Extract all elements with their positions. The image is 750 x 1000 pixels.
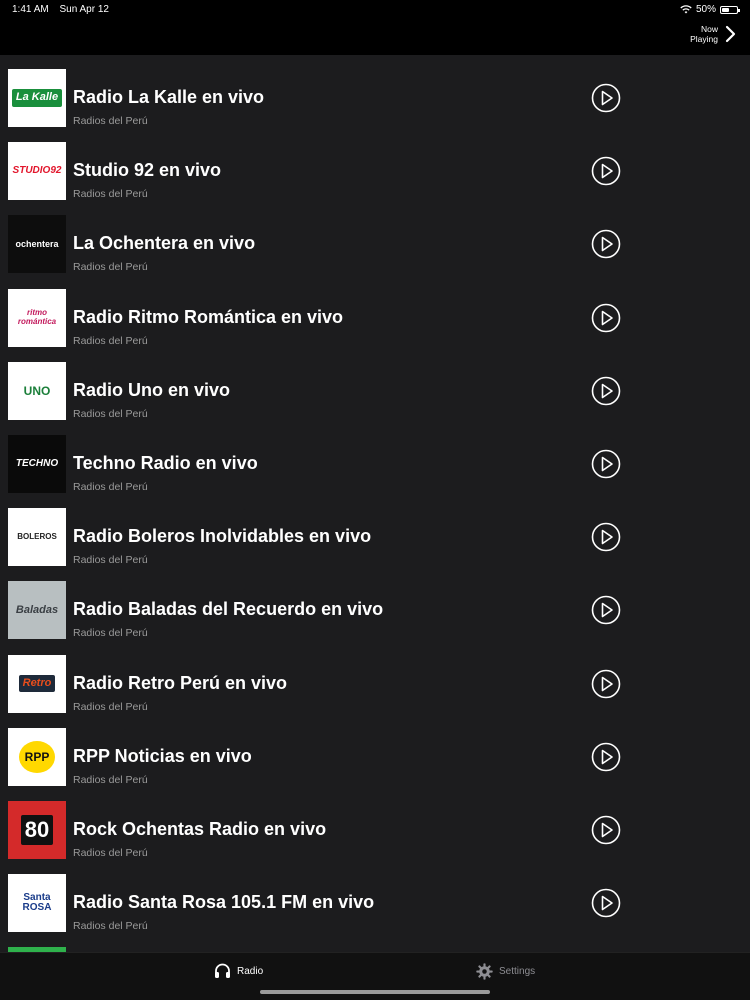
chevron-right-icon: [725, 25, 736, 43]
station-logo: UNO: [8, 361, 66, 420]
status-left: 1:41 AM Sun Apr 12: [12, 4, 117, 15]
station-title: La Ochentera en vivo: [73, 233, 256, 254]
station-logo-text: UNO: [23, 383, 51, 398]
station-logo-text: ritmo romántica: [17, 308, 57, 326]
station-row[interactable]: ochentera La Ochentera en vivo Radios del …: [0, 201, 750, 274]
station-logo-text: STUDIO92: [12, 164, 62, 176]
station-row[interactable]: Retro Radio Retro Perú en vivo Radios del …: [0, 641, 750, 714]
wifi-icon: [680, 5, 692, 14]
station-subtitle: Radios del Perú: [73, 261, 148, 274]
station-logo: ochentera: [8, 215, 66, 274]
station-subtitle: Radios del Perú: [73, 847, 148, 859]
play-button-icon[interactable]: [591, 522, 621, 552]
station-row[interactable]: UNO Radio Uno en vivo Radios del Perú: [0, 348, 750, 421]
station-title: Radio Santa Rosa 105.1 FM en vivo: [73, 892, 375, 913]
station-logo: 80: [8, 801, 66, 859]
station-title: Radio Ritmo Romántica en vivo: [73, 306, 344, 327]
now-playing-button[interactable]: Now Playing: [690, 24, 736, 44]
station-row[interactable]: STUDIO92 Studio 92 en vivo Radios del Perú: [0, 128, 750, 201]
station-subtitle: Radios del Perú: [73, 773, 148, 786]
status-date: Sun Apr 12: [59, 4, 109, 15]
station-title: Techno Radio en vivo: [73, 453, 258, 473]
play-button-icon[interactable]: [591, 156, 621, 186]
battery-percent: 50%: [695, 4, 716, 15]
station-title: Radio Baladas del Recuerdo en vivo: [73, 599, 384, 620]
station-logo: Retro: [8, 654, 66, 713]
nav-bar: Now Playing: [0, 18, 750, 55]
station-subtitle: Radios del Perú: [73, 627, 148, 640]
station-subtitle: Radios del Perú: [73, 188, 148, 201]
station-logo: Baladas: [8, 581, 66, 640]
station-logo-text: La Kalle: [11, 89, 63, 107]
station-title: Radio Retro Perú en vivo: [73, 672, 288, 693]
station-subtitle: Radios del Perú: [73, 407, 148, 420]
play-button-icon[interactable]: [591, 595, 621, 625]
play-button-icon[interactable]: [591, 303, 621, 333]
station-title: Rock Ochentas Radio en vivo: [73, 819, 327, 839]
station-logo: TECHNO: [8, 435, 66, 493]
station-title: Studio 92 en vivo: [73, 160, 222, 181]
play-button-icon[interactable]: [591, 669, 621, 699]
station-subtitle: Radios del Perú: [73, 700, 148, 713]
station-row[interactable]: ritmo romántica Radio Ritmo Romántica en …: [0, 275, 750, 348]
station-logo-text: Santa ROSA: [22, 891, 52, 914]
home-indicator[interactable]: [260, 990, 490, 994]
tab-settings[interactable]: Settings: [476, 963, 535, 980]
play-button-icon[interactable]: [591, 376, 621, 406]
station-row[interactable]: Baladas Radio Baladas del Recuerdo en viv…: [0, 567, 750, 640]
play-button-icon[interactable]: [591, 229, 621, 259]
play-button-icon[interactable]: [591, 83, 621, 113]
status-bar: 1:41 AM Sun Apr 12 50%: [0, 0, 750, 18]
station-title: Radio La Kalle en vivo: [73, 87, 265, 107]
station-list[interactable]: La Kalle Radio La Kalle en vivo Radios del…: [0, 55, 750, 952]
station-subtitle: Radios del Perú: [73, 334, 148, 347]
station-row[interactable]: 80 Rock Ochentas Radio en vivo Radios del …: [0, 787, 750, 860]
station-logo-text: Baladas: [15, 603, 59, 616]
now-playing-label: Now Playing: [690, 24, 718, 44]
station-row[interactable]: RPP RPP Noticias en vivo Radios del Perú: [0, 714, 750, 787]
station-logo: Santa ROSA: [8, 874, 66, 933]
gear-icon: [476, 963, 493, 980]
station-subtitle: Radios del Perú: [73, 115, 148, 127]
tab-bar: Radio Settings: [0, 952, 750, 1000]
status-right: 50%: [680, 4, 740, 15]
now-playing-line1: Now: [700, 24, 718, 34]
station-row[interactable]: La Kalle Radio La Kalle en vivo Radios del…: [0, 55, 750, 128]
tab-settings-label: Settings: [499, 966, 536, 977]
station-title: Radio Boleros Inolvidables en vivo: [73, 526, 372, 547]
station-logo: RPP: [8, 727, 66, 786]
station-title: Radio Uno en vivo: [73, 379, 231, 400]
battery-icon: [720, 5, 740, 14]
station-logo-text: 80: [20, 815, 54, 845]
play-button-icon[interactable]: [591, 449, 621, 479]
play-button-icon[interactable]: [591, 815, 621, 845]
tab-radio[interactable]: Radio: [214, 963, 263, 979]
status-time: 1:41 AM: [12, 4, 49, 15]
station-logo: La Kalle: [8, 69, 66, 127]
station-row[interactable]: TECHNO Techno Radio en vivo Radios del Per…: [0, 421, 750, 494]
station-logo: BOLEROS: [8, 508, 66, 567]
station-subtitle: Radios del Perú: [73, 920, 148, 933]
station-logo-text: Retro: [18, 674, 56, 693]
station-row[interactable]: BOLEROS Radio Boleros Inolvidables en viv…: [0, 494, 750, 567]
station-row[interactable]: Santa ROSA Radio Santa Rosa 105.1 FM en v…: [0, 860, 750, 933]
station-logo-text: TECHNO: [15, 457, 59, 469]
station-subtitle: Radios del Perú: [73, 481, 148, 493]
tab-radio-label: Radio: [237, 965, 264, 977]
play-button-icon[interactable]: [591, 742, 621, 772]
station-logo: STUDIO92: [8, 142, 66, 201]
station-logo: ritmo romántica: [8, 288, 66, 347]
play-button-icon[interactable]: [591, 888, 621, 918]
station-logo-text: RPP: [18, 740, 56, 774]
station-logo-text: ochentera: [15, 238, 59, 249]
station-logo-text: BOLEROS: [17, 531, 57, 541]
station-title: RPP Noticias en vivo: [73, 745, 252, 766]
now-playing-line2: Playing: [690, 34, 718, 44]
station-subtitle: Radios del Perú: [73, 554, 148, 567]
headphones-icon: [215, 963, 230, 978]
